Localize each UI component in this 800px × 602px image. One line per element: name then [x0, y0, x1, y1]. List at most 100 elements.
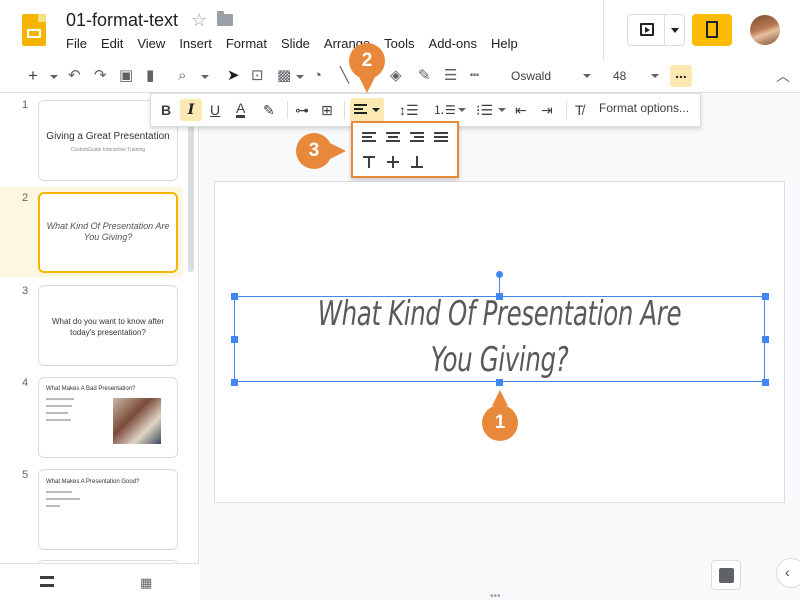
- slides-logo[interactable]: [22, 14, 46, 46]
- highlight-color-icon[interactable]: ✎: [263, 101, 275, 119]
- align-right-option[interactable]: [410, 132, 424, 143]
- slide-thumbnail-3[interactable]: What do you want to know after today's p…: [38, 285, 178, 366]
- present-button[interactable]: [627, 14, 685, 46]
- more-button[interactable]: ...: [670, 65, 692, 87]
- justify-option[interactable]: [434, 132, 448, 143]
- avatar[interactable]: [750, 15, 780, 45]
- rotate-handle[interactable]: [496, 271, 503, 278]
- underline-button[interactable]: U: [210, 101, 220, 119]
- menu-file[interactable]: File: [59, 36, 94, 54]
- border-color-icon[interactable]: ✎: [418, 66, 431, 86]
- shape-icon[interactable]: ◔: [313, 66, 322, 86]
- filmstrip-view-icon[interactable]: [40, 576, 54, 587]
- resize-handle-nw[interactable]: [231, 293, 238, 300]
- drag-handle-icon[interactable]: •••: [490, 591, 501, 602]
- explore-button[interactable]: [711, 560, 741, 590]
- building-icon: [706, 21, 718, 38]
- callout-pointer: [492, 390, 508, 406]
- format-options-button[interactable]: Format options...: [599, 101, 689, 115]
- thumb-bullet: [46, 498, 80, 500]
- new-slide-icon[interactable]: +: [28, 66, 38, 86]
- line-icon[interactable]: ╲: [340, 66, 349, 86]
- menu-slide[interactable]: Slide: [274, 36, 317, 54]
- link-icon[interactable]: ⊶: [295, 101, 309, 119]
- menu-help[interactable]: Help: [484, 36, 525, 54]
- add-comment-icon[interactable]: ⊞: [321, 101, 333, 119]
- chevron-down-icon[interactable]: [498, 108, 506, 112]
- align-center-option[interactable]: [386, 132, 400, 143]
- print-icon[interactable]: ▣: [119, 66, 133, 86]
- resize-handle-sw[interactable]: [231, 379, 238, 386]
- font-size-select[interactable]: 48: [605, 66, 665, 86]
- resize-handle-e[interactable]: [762, 336, 769, 343]
- chevron-left-icon: ‹: [785, 564, 790, 580]
- chevron-down-icon[interactable]: [201, 75, 209, 79]
- slide-thumbnail-2[interactable]: What Kind Of Presentation Are You Giving…: [38, 192, 178, 273]
- chevron-down-icon: [372, 108, 380, 112]
- slide-thumbnail-title: What do you want to know after today's p…: [51, 317, 165, 337]
- thumb-bullet: [46, 398, 74, 400]
- numbered-list-icon[interactable]: ⒈☰: [433, 101, 456, 119]
- decrease-indent-icon[interactable]: ⇤: [515, 101, 527, 119]
- folder-icon[interactable]: [217, 11, 233, 26]
- slide-title-text[interactable]: What Kind Of Presentation Are You Giving…: [308, 291, 690, 383]
- present-icon: [640, 23, 654, 36]
- menu-format[interactable]: Format: [219, 36, 274, 54]
- slide-thumbnail-5[interactable]: What Makes A Presentation Good?: [38, 469, 178, 550]
- zoom-icon[interactable]: ⌕: [178, 66, 186, 86]
- align-bottom-option[interactable]: [411, 156, 423, 168]
- document-title[interactable]: 01-format-text: [66, 10, 178, 31]
- menu-edit[interactable]: Edit: [94, 36, 130, 54]
- thumb-bullet: [46, 419, 71, 421]
- fill-color-icon[interactable]: ◈: [390, 66, 402, 86]
- align-left-option[interactable]: [362, 132, 376, 143]
- callout-pointer: [330, 143, 346, 159]
- align-middle-option[interactable]: [387, 156, 399, 168]
- align-left-icon: [354, 112, 367, 114]
- textbox-icon[interactable]: ⊡: [251, 66, 264, 86]
- align-button[interactable]: [350, 98, 384, 122]
- undo-icon[interactable]: ↶: [68, 66, 81, 86]
- slide-thumbnail-subtitle: CustomGuide Interactive Training: [70, 147, 146, 153]
- chevron-down-icon[interactable]: [296, 75, 304, 79]
- menu-insert[interactable]: Insert: [172, 36, 219, 54]
- menu-tools[interactable]: Tools: [377, 36, 421, 54]
- callout-step-3: 3: [296, 133, 332, 169]
- chevron-down-icon[interactable]: [671, 28, 679, 33]
- resize-handle-se[interactable]: [762, 379, 769, 386]
- align-left-icon: [354, 108, 363, 110]
- share-button[interactable]: [692, 14, 732, 46]
- resize-handle-s[interactable]: [496, 379, 503, 386]
- menu-bar: File Edit View Insert Format Slide Arran…: [59, 36, 525, 54]
- bold-button[interactable]: B: [161, 101, 171, 119]
- chevron-down-icon[interactable]: [458, 108, 466, 112]
- resize-handle-ne[interactable]: [762, 293, 769, 300]
- redo-icon[interactable]: ↷: [94, 66, 107, 86]
- star-icon[interactable]: ☆: [191, 10, 207, 31]
- bulleted-list-icon[interactable]: ⁝☰: [476, 101, 493, 119]
- border-dash-icon[interactable]: ┅: [470, 66, 479, 86]
- border-weight-icon[interactable]: ☰: [444, 66, 457, 86]
- clear-formatting-icon[interactable]: T̸: [575, 101, 584, 119]
- paint-format-icon[interactable]: ▮: [146, 66, 154, 86]
- align-top-option[interactable]: [363, 156, 375, 168]
- collapse-toolbar-icon[interactable]: ︿: [776, 66, 790, 86]
- select-icon[interactable]: ➤: [227, 66, 240, 86]
- image-icon[interactable]: ▩: [277, 66, 291, 86]
- slide-thumbnail-4[interactable]: What Makes A Bad Presentation?: [38, 377, 178, 458]
- font-name: Oswald: [511, 69, 552, 83]
- italic-button[interactable]: I: [180, 99, 202, 121]
- resize-handle-n[interactable]: [496, 293, 503, 300]
- text-color-button[interactable]: A: [236, 101, 246, 118]
- resize-handle-w[interactable]: [231, 336, 238, 343]
- menu-addons[interactable]: Add-ons: [422, 36, 484, 54]
- font-select[interactable]: Oswald: [505, 66, 595, 86]
- line-spacing-icon[interactable]: ↕☰: [399, 101, 419, 119]
- slide-number: 5: [22, 469, 29, 481]
- slide-thumbnail-title: What Kind Of Presentation Are You Giving…: [46, 221, 170, 242]
- menu-view[interactable]: View: [130, 36, 172, 54]
- chevron-down-icon[interactable]: [50, 75, 58, 79]
- grid-view-icon[interactable]: ▦: [140, 575, 152, 591]
- increase-indent-icon[interactable]: ⇥: [541, 101, 553, 119]
- side-panel-toggle[interactable]: ‹: [776, 558, 800, 588]
